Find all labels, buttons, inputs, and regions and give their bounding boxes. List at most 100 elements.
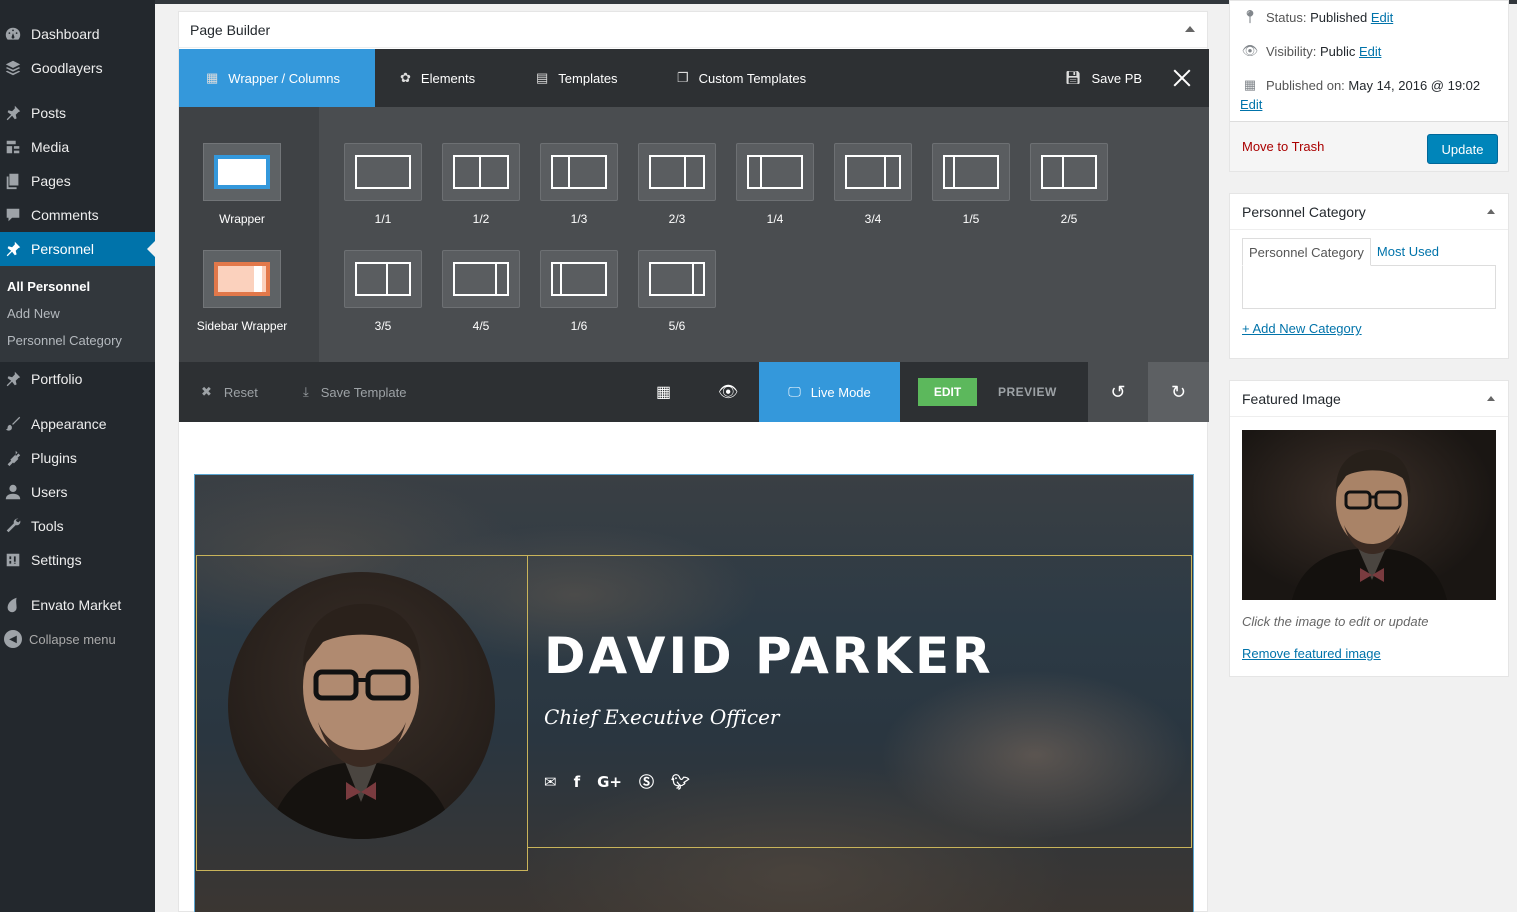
skype-icon[interactable]: Ⓢ (639, 771, 654, 792)
edit-status-link[interactable]: Edit (1371, 10, 1393, 25)
column-item-5-6[interactable]: 5/6 (638, 250, 716, 333)
column-item-1-2[interactable]: 1/2 (442, 143, 520, 226)
sidebar-item-plugins[interactable]: Plugins (0, 441, 155, 475)
column-item-1-1[interactable]: 1/1 (344, 143, 422, 226)
media-icon (3, 137, 23, 157)
submenu-all-personnel[interactable]: All Personnel (7, 279, 90, 294)
sidebar-item-posts[interactable]: Posts (0, 96, 155, 130)
tab-wrapper-columns[interactable]: ▦ Wrapper / Columns (179, 49, 375, 107)
submenu-personnel-category[interactable]: Personnel Category (7, 333, 122, 348)
visibility-value: Public (1319, 43, 1356, 59)
columns-area: Wrapper Sidebar Wrapper 1/1 1/2 1/3 2/3 … (179, 107, 1209, 362)
sidebar-item-tools[interactable]: Tools (0, 509, 155, 543)
edit-mode-button[interactable]: EDIT (918, 378, 977, 406)
collapse-menu-button[interactable]: ◀ Collapse menu (0, 627, 116, 651)
sidebar-item-pages[interactable]: Pages (0, 164, 155, 198)
column-item-1-4[interactable]: 1/4 (736, 143, 814, 226)
edit-visibility-link[interactable]: Edit (1359, 44, 1381, 59)
layout-grid-button[interactable]: ▦ (656, 362, 671, 422)
sidebar-item-users[interactable]: Users (0, 475, 155, 509)
hero-column-right[interactable] (527, 555, 1192, 848)
column-item-3-5[interactable]: 3/5 (344, 250, 422, 333)
page-builder-title: Page Builder (190, 21, 271, 38)
sidebar-item-label: Pages (31, 173, 71, 189)
edit-date-row: Edit (1240, 97, 1262, 112)
pin-icon (3, 103, 23, 123)
email-icon[interactable]: ✉ (544, 773, 557, 791)
tab-label: Elements (420, 70, 476, 86)
dashboard-icon (3, 24, 23, 44)
collapse-toggle-icon[interactable] (1487, 396, 1495, 401)
sidebar-item-settings[interactable]: Settings (0, 543, 155, 577)
tab-all-categories[interactable]: Personnel Category (1242, 238, 1371, 266)
undo-icon: ↺ (1110, 381, 1126, 402)
edit-date-link[interactable]: Edit (1240, 97, 1262, 112)
wrapper-item[interactable]: Wrapper (203, 143, 281, 226)
column-item-1-5[interactable]: 1/5 (932, 143, 1010, 226)
admin-sidebar: Dashboard Goodlayers Posts Media Pages C… (0, 0, 155, 912)
elements-icon: ✿ (400, 70, 411, 85)
save-template-label: Save Template (320, 384, 407, 400)
preview-eye-button[interactable]: 👁︎ (718, 362, 738, 422)
users-icon (3, 482, 23, 502)
sidebar-item-appearance[interactable]: Appearance (0, 407, 155, 441)
column-item-3-4[interactable]: 3/4 (834, 143, 912, 226)
personnel-hero-preview[interactable]: DAVID PARKER Chief Executive Officer ✉ f… (194, 474, 1194, 912)
reset-button[interactable]: ✖ Reset (201, 362, 258, 422)
sidebar-item-goodlayers[interactable]: Goodlayers (0, 51, 155, 85)
sidebar-item-label: Dashboard (31, 26, 100, 42)
featured-image-thumbnail[interactable] (1242, 430, 1496, 600)
column-label: 1/1 (374, 212, 392, 226)
update-button[interactable]: Update (1427, 134, 1498, 164)
undo-button[interactable]: ↺ (1088, 362, 1148, 422)
column-label: 1/6 (570, 319, 588, 333)
column-1-2-icon (442, 143, 520, 201)
column-label: 4/5 (472, 319, 490, 333)
portrait-image (1292, 449, 1447, 600)
download-icon: ⤓ (303, 384, 309, 399)
collapse-toggle-icon[interactable] (1185, 26, 1195, 32)
wrapper-label: Wrapper (219, 212, 265, 226)
tab-templates[interactable]: ▤ Templates (536, 49, 618, 107)
remove-featured-image-link[interactable]: Remove featured image (1242, 646, 1381, 661)
save-template-button[interactable]: ⤓ Save Template (303, 362, 407, 422)
column-item-1-3[interactable]: 1/3 (540, 143, 618, 226)
sidebar-item-dashboard[interactable]: Dashboard (0, 17, 155, 51)
google-plus-icon[interactable]: G+ (597, 773, 622, 791)
person-name: DAVID PARKER (544, 627, 994, 685)
collapse-toggle-icon[interactable] (1487, 209, 1495, 214)
sidebar-item-media[interactable]: Media (0, 130, 155, 164)
save-pb-button[interactable]: 💾︎ Save PB (1065, 49, 1142, 107)
social-icons: ✉ f G+ Ⓢ 🐦︎ (544, 771, 690, 792)
preview-mode-button[interactable]: PREVIEW (998, 378, 1057, 406)
category-checklist[interactable] (1242, 265, 1496, 309)
redo-icon: ↻ (1170, 381, 1187, 402)
column-item-4-5[interactable]: 4/5 (442, 250, 520, 333)
sidebar-item-label: Posts (31, 105, 67, 121)
submenu-add-new[interactable]: Add New (7, 306, 60, 321)
twitter-icon[interactable]: 🐦︎ (671, 773, 690, 791)
status-value: Published (1310, 9, 1368, 25)
tab-elements[interactable]: ✿ Elements (400, 49, 475, 107)
sidebar-item-portfolio[interactable]: Portfolio (0, 362, 155, 396)
live-mode-button[interactable]: 🖵︎ Live Mode (759, 362, 900, 422)
sidebar-item-comments[interactable]: Comments (0, 198, 155, 232)
redo-button[interactable]: ↻ (1148, 362, 1209, 422)
add-new-category-link[interactable]: + Add New Category (1242, 321, 1362, 336)
column-item-1-6[interactable]: 1/6 (540, 250, 618, 333)
facebook-icon[interactable]: f (574, 773, 581, 791)
tab-label: Custom Templates (698, 70, 807, 86)
column-item-2-5[interactable]: 2/5 (1030, 143, 1108, 226)
tab-custom-templates[interactable]: ❐ Custom Templates (677, 49, 806, 107)
grid-icon: ▦ (206, 70, 219, 85)
column-item-2-3[interactable]: 2/3 (638, 143, 716, 226)
sidebar-item-label: Appearance (31, 416, 107, 432)
tab-most-used[interactable]: Most Used (1371, 238, 1445, 266)
move-to-trash-link[interactable]: Move to Trash (1242, 139, 1324, 154)
sidebar-item-envato-market[interactable]: Envato Market (0, 588, 155, 622)
sidebar-item-personnel[interactable]: Personnel (0, 232, 155, 266)
close-small-icon: ✖ (201, 384, 212, 399)
sidebar-wrapper-item[interactable]: Sidebar Wrapper (196, 250, 288, 333)
close-icon[interactable] (1173, 69, 1191, 87)
featured-image-box: Featured Image Click the image to edit o… (1229, 380, 1509, 677)
